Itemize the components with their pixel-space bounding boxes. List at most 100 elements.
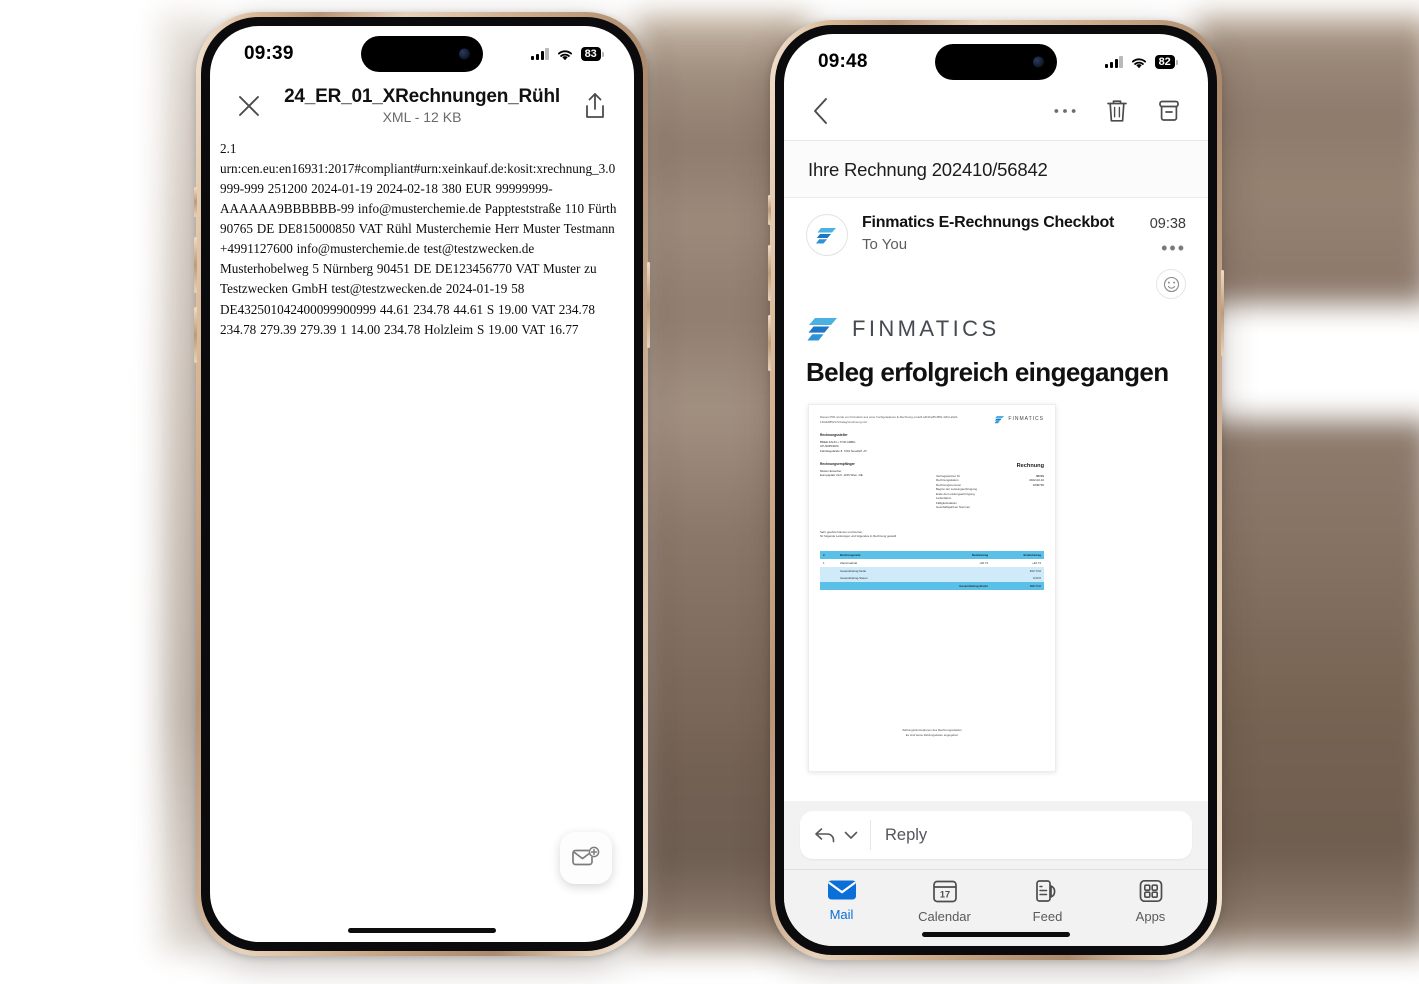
sender-text-block: Finmatics E-Rechnungs Checkbot To You <box>862 214 1150 253</box>
status-clock-right: 09:48 <box>818 51 868 72</box>
table-header-cell: Nettobetrag <box>912 550 992 560</box>
brand-wordmark: FINMATICS <box>852 316 1000 341</box>
tab-feed[interactable]: Feed <box>996 878 1099 924</box>
phone-left: 09:39 83 24_ER_01_XRechnungen_Rühl XML -… <box>194 12 650 956</box>
status-bar-left: 09:39 83 <box>210 26 634 82</box>
tab-mail[interactable]: Mail <box>790 878 893 924</box>
table-header-row: # Buchungszeile Nettobetrag Bruttobetrag <box>820 550 1044 560</box>
total-label: Gesamtbetrag Steuer <box>837 574 913 583</box>
document-title: 24_ER_01_XRechnungen_Rühl <box>284 86 560 107</box>
pdf-brand-wordmark: FINMATICS <box>1008 415 1044 422</box>
close-icon[interactable] <box>236 93 262 119</box>
front-camera-icon-right <box>1033 56 1044 68</box>
table-header-cell: Buchungszeile <box>837 550 913 560</box>
status-indicators-right: 82 <box>1105 55 1178 69</box>
sender-name: Finmatics E-Rechnungs Checkbot <box>862 214 1115 231</box>
total-value: 402.74 € <box>991 566 1044 575</box>
reply-arrow-icon[interactable] <box>814 826 836 844</box>
front-camera-icon <box>459 48 470 60</box>
reply-bar <box>784 801 1208 869</box>
total-value: 402.74 € <box>991 582 1044 591</box>
home-indicator-right[interactable] <box>922 932 1070 937</box>
document-subtitle: XML - 12 KB <box>382 109 462 125</box>
trash-icon[interactable] <box>1078 97 1130 125</box>
tab-label-mail: Mail <box>829 907 854 922</box>
power-button-right[interactable] <box>1221 270 1224 356</box>
pdf-salutation: Sehr geehrte Damen und Herren, für folge… <box>820 530 1044 539</box>
pdf-preview[interactable]: Dieses PDF wurde von Finmatics aus einer… <box>808 404 1056 772</box>
wifi-icon <box>1130 56 1148 69</box>
more-options-icon[interactable] <box>1026 97 1078 125</box>
sender-row[interactable]: Finmatics E-Rechnungs Checkbot To You 09… <box>784 198 1208 267</box>
table-row: Gesamtbetrag Steuer 0.00 € <box>820 574 1044 583</box>
document-scroll-area[interactable]: 2.1 urn:cen.eu:en16931:2017#compliant#ur… <box>210 137 634 827</box>
message-more-options-icon[interactable]: ••• <box>1150 238 1186 259</box>
pdf-preview-wrapper[interactable]: Dieses PDF wurde von Finmatics aus einer… <box>784 404 1208 772</box>
pdf-header: Dieses PDF wurde von Finmatics aus einer… <box>820 415 1044 424</box>
volume-up-button-right[interactable] <box>768 245 771 301</box>
pdf-recipient-line: Europaplatz 21/2, 1150 Wien, DE <box>820 473 863 478</box>
pdf-line-item-table: # Buchungszeile Nettobetrag Bruttobetrag… <box>820 550 1044 591</box>
cellular-icon <box>1105 56 1123 68</box>
table-header-cell: Bruttobetrag <box>991 550 1044 560</box>
tab-apps[interactable]: Apps <box>1099 878 1202 924</box>
share-icon[interactable] <box>582 91 608 121</box>
phone-right: 09:48 82 Ihre Rechnung 202410/56842 Finm… <box>768 20 1224 960</box>
screenshot-canvas: 09:39 83 24_ER_01_XRechnungen_Rühl XML -… <box>0 0 1419 984</box>
pdf-invoice-fields: Rechnung Vertragspartner Nr 98099 Rechnun… <box>936 462 1044 510</box>
finmatics-logo-icon <box>806 315 840 343</box>
mute-switch[interactable] <box>194 187 197 217</box>
pdf-issuer-line: Fabriksgelände 8, 7201 Neudörfl, AT <box>820 448 867 453</box>
pdf-issuer-block: Rechnungssteller BREE ZAUN + TOR GMBH AT… <box>820 433 1044 453</box>
chevron-down-icon[interactable] <box>844 830 858 840</box>
reaction-row <box>784 267 1208 307</box>
cell-desc: Zaunmaterial <box>840 560 857 565</box>
pdf-issuer-label: Rechnungssteller <box>820 433 848 437</box>
dynamic-island-right <box>935 44 1057 80</box>
total-value: 0.00 € <box>991 574 1044 583</box>
reply-field[interactable] <box>800 811 1192 859</box>
avatar <box>806 214 848 256</box>
battery-indicator-right: 82 <box>1154 55 1178 69</box>
cell-num: 1 <box>823 560 825 565</box>
pdf-invoice-title: Rechnung <box>1016 463 1044 470</box>
status-clock: 09:39 <box>244 43 294 64</box>
volume-down-button[interactable] <box>194 307 197 363</box>
pdf-recipient-block: Rechnungsempfänger Muster Erwerber Europ… <box>820 462 930 510</box>
pdf-footer: Zahlungsinformationen des Rechnungsstell… <box>809 728 1055 737</box>
calendar-icon: 17 <box>931 878 959 904</box>
document-toolbar: 24_ER_01_XRechnungen_Rühl XML - 12 KB <box>210 82 634 137</box>
table-row: Gesamtbetrag Brutto 402.74 € <box>820 582 1044 591</box>
tab-label-calendar: Calendar <box>918 909 971 924</box>
tab-label-apps: Apps <box>1135 909 1166 924</box>
table-row: 1 Zaunmaterial +40.74 +40.74 <box>820 559 1044 567</box>
power-button[interactable] <box>647 262 650 348</box>
volume-down-button-right[interactable] <box>768 315 771 371</box>
reply-input[interactable] <box>871 825 1192 845</box>
pdf-detail-columns: Rechnungsempfänger Muster Erwerber Europ… <box>820 462 1044 510</box>
battery-percent: 83 <box>580 47 601 61</box>
tab-label-feed: Feed <box>1032 909 1063 924</box>
status-bar-right: 09:48 82 <box>784 34 1208 90</box>
phone-left-screen: 09:39 83 24_ER_01_XRechnungen_Rühl XML -… <box>210 26 634 942</box>
home-indicator[interactable] <box>348 928 496 933</box>
svg-text:17: 17 <box>939 889 949 899</box>
finmatics-logo-icon <box>816 228 836 244</box>
back-chevron-icon[interactable] <box>810 96 832 126</box>
table-header-cell: # <box>820 550 838 560</box>
pdf-footer-line: Es sind keine Zahlungsdaten angegeben <box>905 732 959 737</box>
mute-switch-right[interactable] <box>768 195 771 225</box>
volume-up-button[interactable] <box>194 237 197 293</box>
total-label: Gesamtbetrag Brutto <box>912 582 992 591</box>
new-mail-icon[interactable] <box>560 832 612 884</box>
document-title-block: 24_ER_01_XRechnungen_Rühl XML - 12 KB <box>262 86 582 125</box>
apps-grid-icon <box>1137 878 1165 904</box>
cell-net: +40.74 <box>979 560 989 565</box>
tab-calendar[interactable]: 17 Calendar <box>893 878 996 924</box>
battery-indicator: 83 <box>580 47 604 61</box>
emoji-reaction-icon[interactable] <box>1156 269 1186 299</box>
archive-icon[interactable] <box>1130 97 1182 125</box>
total-label: Gesamtbetrag Netto <box>837 566 913 575</box>
cell-gross: +40.74 <box>1032 560 1041 565</box>
backdrop-right-upper <box>1196 14 1419 304</box>
